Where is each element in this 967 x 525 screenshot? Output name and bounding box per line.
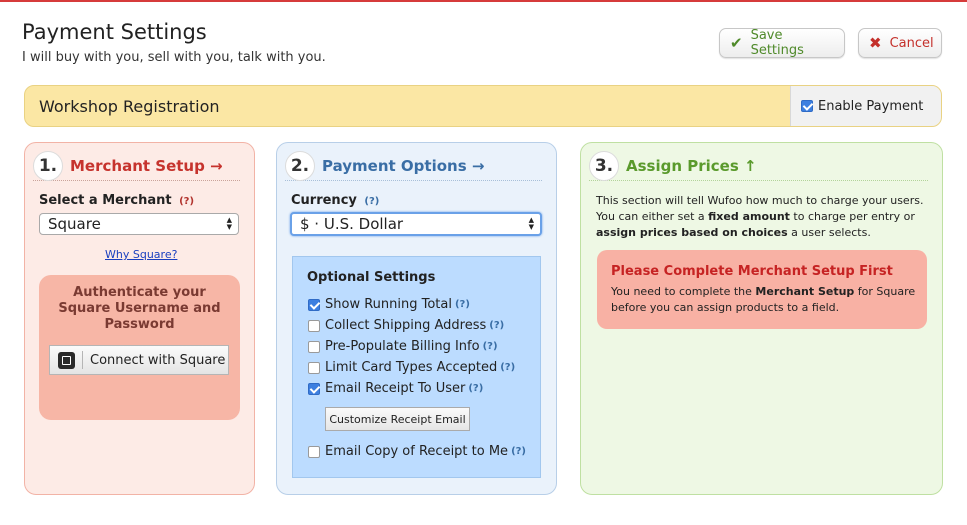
auth-instructions: Authenticate your Square Username and Pa…: [58, 285, 221, 332]
option-label: Show Running Total: [325, 297, 452, 312]
option-show-running-total[interactable]: Show Running Total (?): [308, 297, 470, 312]
merchant-setup-alert: Please Complete Merchant Setup First You…: [597, 250, 927, 329]
form-name: Workshop Registration: [39, 97, 220, 116]
merchant-setup-title: Merchant Setup →: [70, 157, 223, 175]
currency-select[interactable]: $ · U.S. Dollar ▲ ▼: [290, 212, 542, 236]
checkbox[interactable]: [308, 298, 320, 311]
form-name-bar: Workshop Registration Enable Payment: [24, 85, 942, 127]
currency-select-value: $ · U.S. Dollar: [300, 215, 404, 233]
page-title: Payment Settings: [22, 20, 207, 44]
customize-receipt-email-button[interactable]: Customize Receipt Email: [325, 407, 470, 431]
currency-label: Currency (?): [291, 193, 379, 208]
checkbox[interactable]: [308, 340, 320, 353]
merchant-setup-header: 1. Merchant Setup →: [33, 151, 240, 181]
save-settings-label: Save Settings: [750, 28, 804, 58]
square-logo-icon: [58, 351, 75, 369]
option-limit-card-types[interactable]: Limit Card Types Accepted (?): [308, 360, 515, 375]
why-square-link[interactable]: Why Square?: [105, 248, 177, 261]
alert-body: You need to complete the Merchant Setup …: [611, 284, 916, 316]
optional-settings-title: Optional Settings: [307, 270, 436, 285]
help-icon[interactable]: (?): [489, 320, 504, 331]
option-pre-populate-billing-info[interactable]: Pre-Populate Billing Info (?): [308, 339, 498, 354]
enable-payment-toggle[interactable]: Enable Payment: [790, 86, 941, 126]
assign-prices-header: 3. Assign Prices ↑: [589, 151, 928, 181]
checkbox[interactable]: [308, 361, 320, 374]
merchant-select[interactable]: Square ▲ ▼: [39, 213, 239, 235]
select-merchant-text: Select a Merchant: [39, 193, 172, 208]
assign-prices-choices-text: assign prices based on choices: [596, 226, 788, 239]
step-number: 2.: [285, 151, 315, 181]
payment-options-header: 2. Payment Options →: [285, 151, 542, 181]
cancel-label: Cancel: [889, 35, 934, 51]
button-divider: [82, 351, 83, 369]
payment-options-panel: 2. Payment Options → Currency (?) $ · U.…: [276, 142, 557, 495]
option-email-receipt-to-user[interactable]: Email Receipt To User (?): [308, 381, 483, 396]
description-text: a user selects.: [787, 226, 871, 239]
description-text: to charge per entry or: [789, 210, 915, 223]
help-icon[interactable]: (?): [483, 341, 498, 352]
select-merchant-label: Select a Merchant (?): [39, 193, 194, 208]
option-email-copy-of-receipt[interactable]: Email Copy of Receipt to Me (?): [308, 444, 526, 459]
merchant-setup-panel: 1. Merchant Setup → Select a Merchant (?…: [24, 142, 255, 495]
merchant-select-value: Square: [48, 215, 101, 233]
enable-payment-label: Enable Payment: [818, 98, 924, 114]
currency-text: Currency: [291, 193, 357, 208]
page-subtitle: I will buy with you, sell with you, talk…: [22, 50, 326, 65]
fixed-amount-text: fixed amount: [708, 210, 790, 223]
step-number: 1.: [33, 151, 63, 181]
help-icon[interactable]: (?): [511, 446, 526, 457]
option-label: Email Receipt To User: [325, 381, 466, 396]
close-icon: ✖: [869, 34, 882, 52]
option-label: Pre-Populate Billing Info: [325, 339, 480, 354]
top-accent-line: [0, 0, 967, 2]
cancel-button[interactable]: ✖ Cancel: [858, 28, 942, 58]
checkmark-icon: ✔: [730, 34, 743, 52]
help-icon[interactable]: (?): [455, 299, 470, 310]
help-icon[interactable]: (?): [364, 196, 379, 207]
connect-with-square-label: Connect with Square: [90, 352, 226, 368]
assign-prices-description: This section will tell Wufoo how much to…: [596, 193, 936, 241]
option-collect-shipping-address[interactable]: Collect Shipping Address (?): [308, 318, 504, 333]
assign-prices-panel: 3. Assign Prices ↑ This section will tel…: [580, 142, 943, 495]
payment-options-title: Payment Options →: [322, 157, 485, 175]
select-arrows-icon: ▲ ▼: [226, 216, 232, 231]
help-icon[interactable]: (?): [500, 362, 515, 373]
alert-text: You need to complete the: [611, 285, 756, 298]
alert-title: Please Complete Merchant Setup First: [611, 264, 893, 279]
save-settings-button[interactable]: ✔ Save Settings: [719, 28, 845, 58]
option-label: Limit Card Types Accepted: [325, 360, 498, 375]
enable-payment-checkbox[interactable]: [801, 100, 813, 112]
select-arrows-icon: ▲ ▼: [528, 216, 534, 231]
checkbox[interactable]: [308, 445, 320, 458]
help-icon[interactable]: (?): [179, 196, 194, 207]
optional-settings-box: Optional Settings Show Running Total (?)…: [292, 256, 541, 478]
step-number: 3.: [589, 151, 619, 181]
help-icon[interactable]: (?): [468, 383, 483, 394]
checkbox[interactable]: [308, 319, 320, 332]
option-label: Collect Shipping Address: [325, 318, 487, 333]
checkbox[interactable]: [308, 382, 320, 395]
square-auth-box: Authenticate your Square Username and Pa…: [39, 275, 240, 420]
assign-prices-title: Assign Prices ↑: [626, 157, 757, 175]
connect-with-square-button[interactable]: Connect with Square: [49, 345, 229, 375]
merchant-setup-text: Merchant Setup: [755, 285, 855, 298]
option-label: Email Copy of Receipt to Me: [325, 444, 509, 459]
